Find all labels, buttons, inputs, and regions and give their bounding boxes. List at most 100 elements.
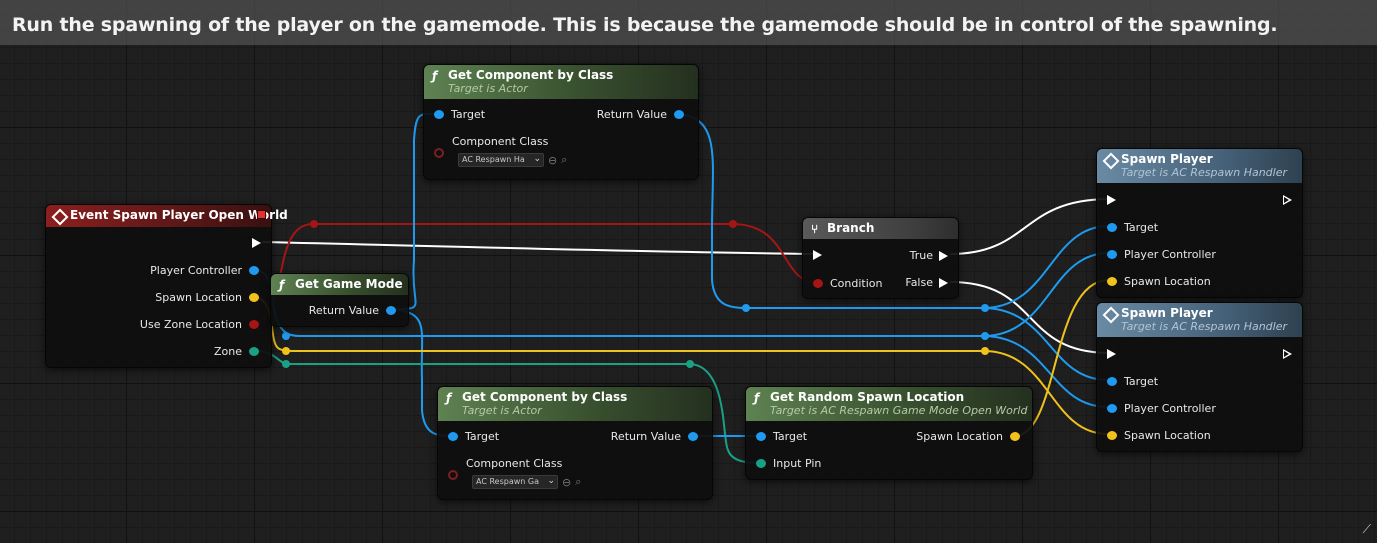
node-title: Spawn Player [1121,306,1213,320]
function-icon: ƒ [432,69,438,83]
class-dropdown[interactable]: AC Respawn Ga ⌄ [472,475,558,489]
exec-pin-icon [939,277,948,288]
pin-label: Player Controller [1124,402,1216,415]
pin-label: True [909,249,933,262]
node-event-spawn-player-open-world[interactable]: Event Spawn Player Open World Player Con… [45,204,288,368]
object-pin-icon [434,110,444,119]
node-header[interactable]: ƒ Get Component by Class Target is Actor [424,65,698,99]
reroute-knot [282,347,290,355]
pin-label: Target [465,430,500,443]
reset-arrow-icon[interactable]: ⊖ [548,154,557,167]
dropdown-value: AC Respawn Ga [476,477,539,486]
pin-return-value[interactable]: Return Value [597,108,684,121]
exec-pin-icon [1283,349,1292,359]
pin-label: Spawn Location [916,430,1003,443]
pin-label: Input Pin [773,457,822,470]
node-spawn-player-2[interactable]: Spawn Player Target is AC Respawn Handle… [1096,302,1303,452]
component-class-selector[interactable]: AC Respawn Ga ⌄ ⊖ ⌕ [472,475,581,489]
pin-spawn-location[interactable]: Spawn Location [1107,429,1211,442]
pin-label: Target [1124,221,1159,234]
reroute-knot [981,332,989,340]
pin-exec-in[interactable] [1107,349,1116,359]
component-class-selector[interactable]: AC Respawn Ha ⌄ ⊖ ⌕ [458,153,567,167]
node-get-component-top[interactable]: ƒ Get Component by Class Target is Actor… [423,64,699,180]
node-header[interactable]: ƒ Get Game Mode [271,274,408,295]
magnifier-icon[interactable]: ⌕ [575,475,581,489]
struct-pin-icon [249,347,259,356]
pin-spawn-location[interactable]: Spawn Location [155,291,259,304]
pin-label: Return Value [596,108,667,121]
pin-true[interactable]: True [910,249,948,262]
pin-target[interactable]: Target [448,430,499,443]
reroute-knot [282,360,290,368]
object-pin-icon [448,432,458,441]
object-pin-icon [1107,404,1117,413]
pin-spawn-location[interactable]: Spawn Location [916,430,1020,443]
exec-pin-icon [252,238,261,248]
exec-pin-icon [813,250,822,260]
exec-pin-icon [1283,195,1292,205]
pin-exec-in[interactable] [813,250,822,260]
node-header[interactable]: ƒ Get Component by Class Target is Actor [438,387,712,421]
pin-exec-out[interactable] [252,238,261,248]
object-pin-icon [249,266,259,275]
pin-zone[interactable]: Zone [214,345,259,358]
node-get-game-mode[interactable]: ƒ Get Game Mode Return Value [270,273,409,327]
pin-condition[interactable]: Condition [813,277,883,290]
pin-spawn-location[interactable]: Spawn Location [1107,275,1211,288]
bool-pin-icon [249,320,259,329]
pin-target[interactable]: Target [1107,375,1158,388]
pin-input[interactable]: Input Pin [756,457,821,470]
blueprint-graph-canvas[interactable]: Run the spawning of the player on the ga… [0,0,1377,543]
node-header[interactable]: ƒ Get Random Spawn Location Target is AC… [746,387,1032,421]
class-dropdown[interactable]: AC Respawn Ha ⌄ [458,153,544,167]
reroute-knot [981,304,989,312]
reroute-knot [282,332,290,340]
reroute-knot [310,220,318,228]
pin-player-controller[interactable]: Player Controller [1107,402,1216,415]
vector-pin-icon [1107,277,1117,286]
exec-pin-icon [1107,195,1116,205]
reset-arrow-icon[interactable]: ⊖ [562,476,571,489]
node-header[interactable]: Spawn Player Target is AC Respawn Handle… [1097,149,1302,183]
pin-target[interactable]: Target [756,430,807,443]
node-header[interactable]: ⑂ Branch [803,218,958,239]
pin-label: Return Value [610,430,681,443]
exec-pin-icon [939,250,948,261]
pin-exec-in[interactable] [1107,195,1116,205]
pin-target[interactable]: Target [1107,221,1158,234]
bool-pin-icon [813,279,823,288]
node-get-component-bottom[interactable]: ƒ Get Component by Class Target is Actor… [437,386,713,500]
node-branch[interactable]: ⑂ Branch True Condition False [802,217,959,299]
exec-pin-icon [1107,349,1116,359]
pin-use-zone-location[interactable]: Use Zone Location [140,318,259,331]
function-icon: ƒ [279,278,285,292]
pin-exec-out[interactable] [1283,195,1292,205]
pin-component-class[interactable] [448,470,472,480]
pin-label: Condition [830,277,883,290]
pin-return-value[interactable]: Return Value [611,430,698,443]
node-get-random-spawn-location[interactable]: ƒ Get Random Spawn Location Target is AC… [745,386,1033,480]
pin-player-controller[interactable]: Player Controller [1107,248,1216,261]
pin-player-controller[interactable]: Player Controller [150,264,259,277]
pin-exec-out[interactable] [1283,349,1292,359]
label-component-class: Component Class [452,135,548,148]
resize-grip-icon[interactable]: ⟋ [1363,522,1371,537]
pin-label: Spawn Location [155,291,242,304]
node-subtitle: Target is Actor [462,404,542,417]
node-title: Branch [827,221,875,235]
node-header[interactable]: Spawn Player Target is AC Respawn Handle… [1097,303,1302,337]
node-header[interactable]: Event Spawn Player Open World [46,205,288,227]
dropdown-value: AC Respawn Ha [462,155,525,164]
magnifier-icon[interactable]: ⌕ [561,153,567,167]
pin-component-class[interactable] [434,148,458,158]
node-title: Get Game Mode [295,277,403,291]
wire-exec-event-branch [261,241,815,255]
wire-exec-true-spawn1 [949,198,1109,255]
pin-false[interactable]: False [905,276,948,289]
node-subtitle: Target is Actor [448,82,528,95]
node-spawn-player-1[interactable]: Spawn Player Target is AC Respawn Handle… [1096,148,1303,298]
pin-return-value[interactable]: Return Value [309,304,396,317]
pin-target[interactable]: Target [434,108,485,121]
pin-label: Component Class [452,135,549,148]
